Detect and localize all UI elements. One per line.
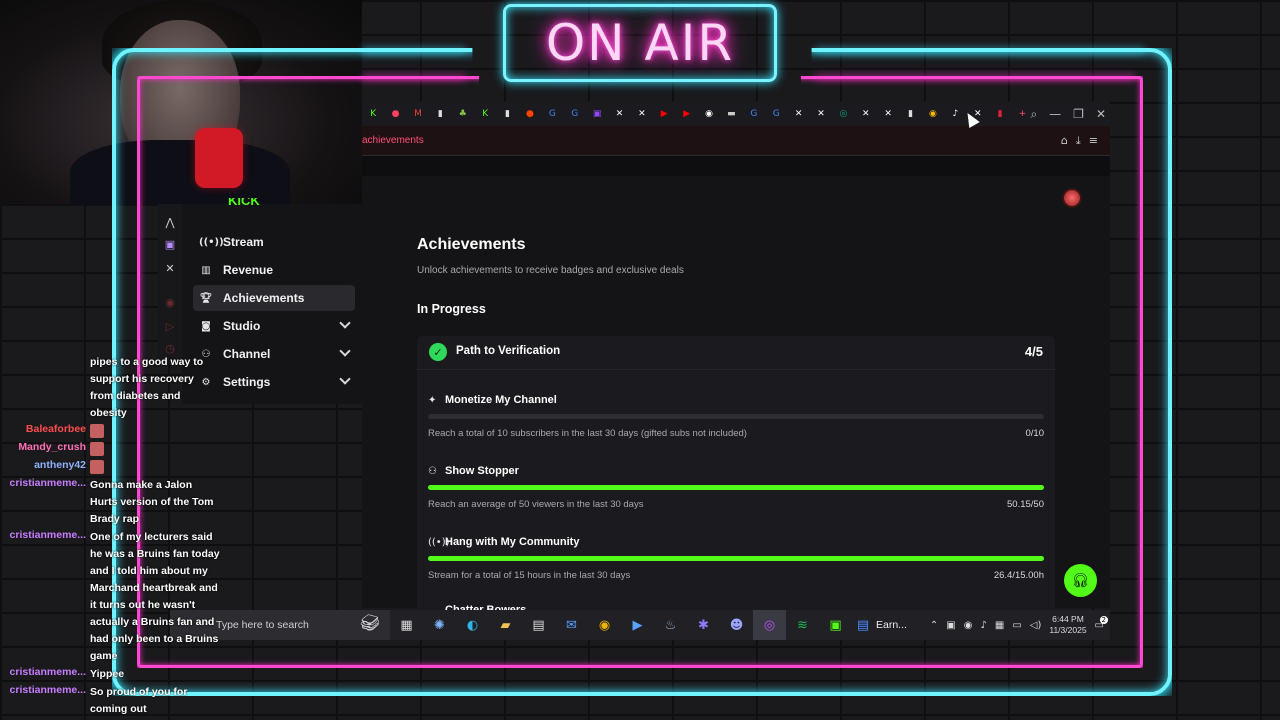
chat-message-line [90, 441, 106, 458]
chat-username[interactable]: Baleaforbee [26, 423, 86, 435]
chat-message-line: Yippee [90, 668, 125, 680]
chat-message-line: actually a Bruins fan and [90, 616, 215, 628]
chat-username[interactable]: cristianmeme... [10, 666, 86, 678]
chat-username[interactable]: cristianmeme... [10, 477, 86, 489]
chat-message: Yippee [90, 666, 124, 683]
chat-message [90, 441, 106, 458]
chat-message-line: had only been to a Bruins [90, 633, 219, 645]
chat-message-line: Gonna make a Jalon [90, 479, 193, 491]
chat-message-line: coming out [90, 703, 147, 715]
chat-username[interactable]: antheny42 [34, 459, 86, 471]
neon-pink-frame [137, 76, 1143, 668]
chat-message-line: he was a Bruins fan today [90, 548, 220, 560]
chat-username[interactable]: cristianmeme... [10, 529, 86, 541]
chat-username[interactable]: cristianmeme... [10, 684, 86, 696]
chat-message-line: Brady rap [90, 513, 140, 525]
emote-icon [90, 424, 104, 439]
chat-message: One of my lecturers said he was a Bruins … [90, 529, 220, 665]
chat-message [90, 459, 106, 476]
emote-icon [90, 460, 104, 475]
chat-message-line [90, 459, 106, 476]
emote-icon [90, 442, 104, 457]
chat-message-line: pipes to a good way to [90, 356, 204, 368]
chat-message-line: One of my lecturers said [90, 531, 213, 543]
chat-message: Gonna make a Jalon Hurts version of the T… [90, 477, 213, 528]
chat-message-line: it turns out he wasn't [90, 599, 196, 611]
chat-message-line: support his recovery [90, 373, 194, 385]
chat-message: So proud of you for coming out [90, 684, 187, 718]
chat-message: pipes to a good way to support his recove… [90, 354, 203, 422]
chat-message-line: So proud of you for [90, 686, 188, 698]
chat-message-line: Hurts version of the Tom [90, 496, 214, 508]
chat-message [90, 423, 106, 440]
chat-message-line: Marchand heartbreak and [90, 582, 218, 594]
chat-message-line [90, 423, 106, 440]
chat-message-line: from diabetes and [90, 390, 181, 402]
chat-message-line: game [90, 650, 118, 662]
chat-username[interactable]: Mandy_crush [18, 441, 86, 453]
chat-message-line: obesity [90, 407, 127, 419]
chat-message-line: and I told him about my [90, 565, 208, 577]
